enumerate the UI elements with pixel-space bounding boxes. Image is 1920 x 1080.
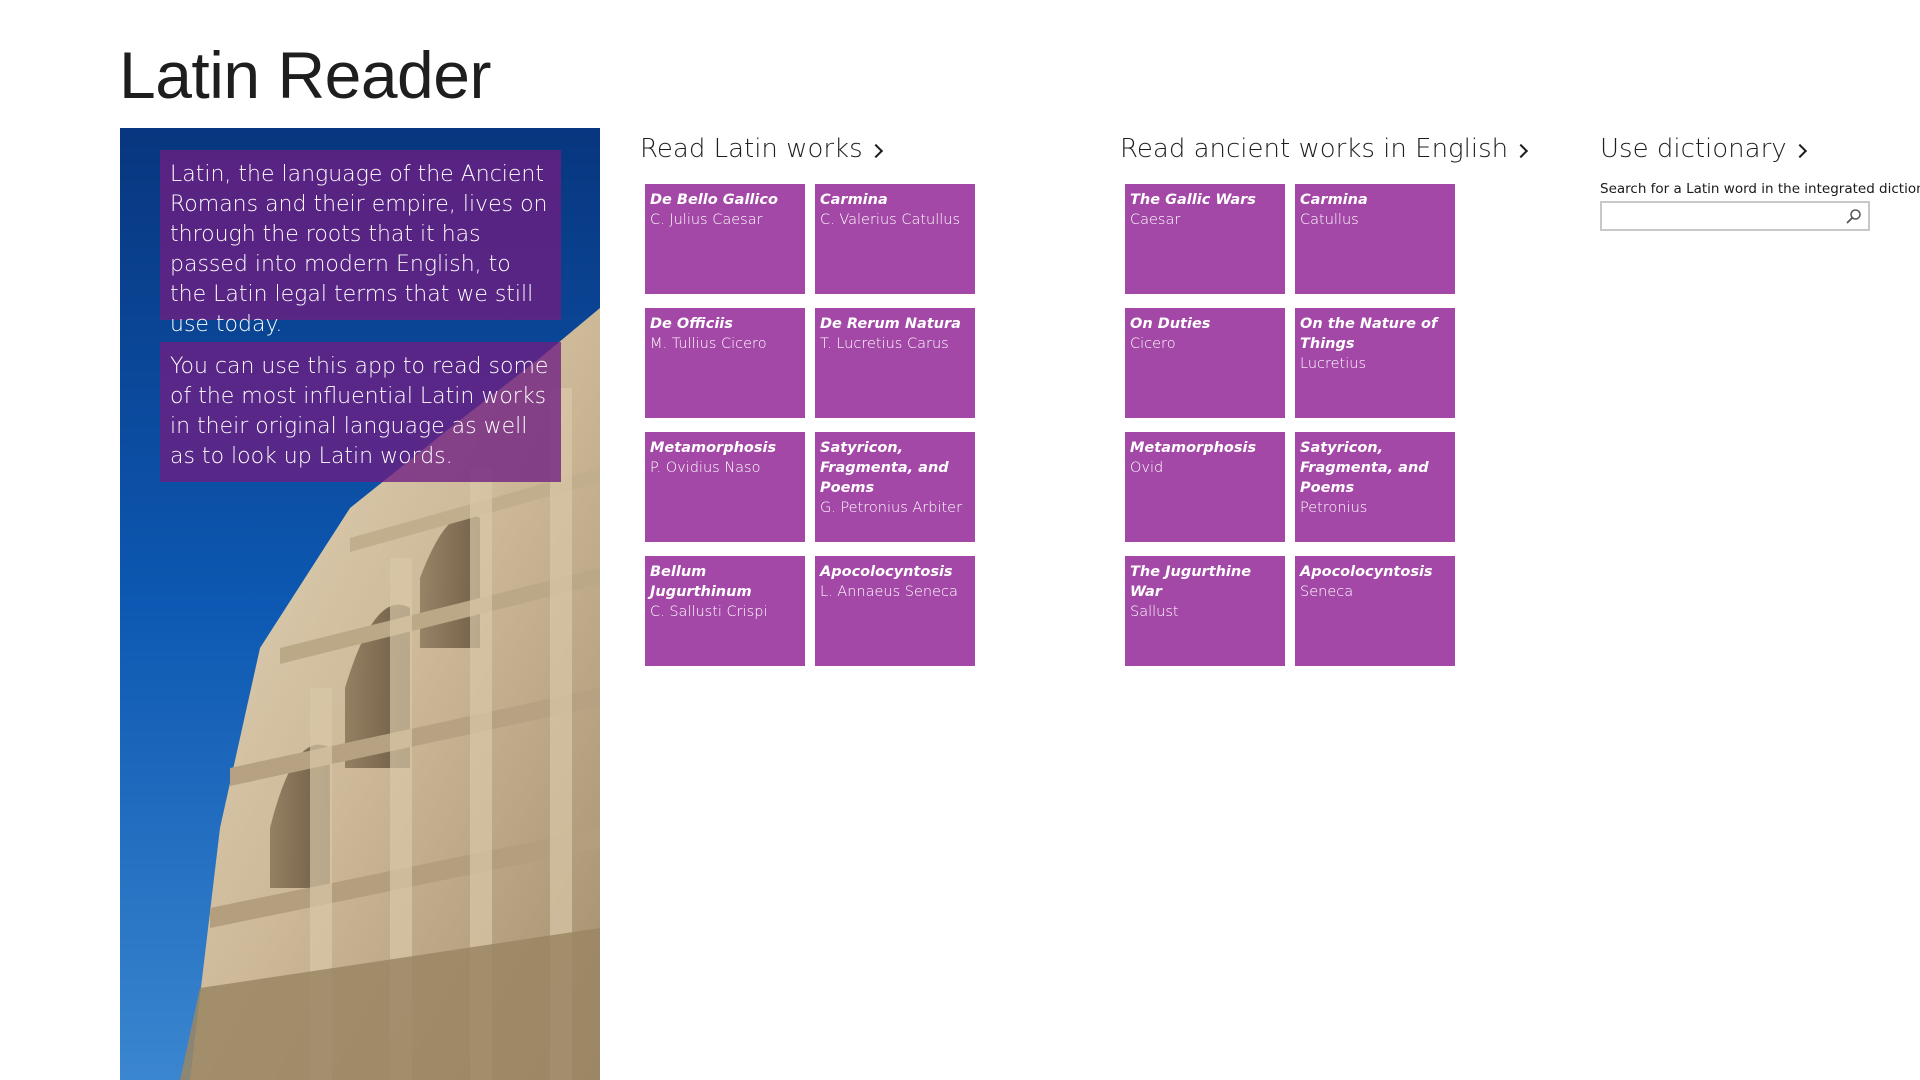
- tile-author: Catullus: [1300, 212, 1359, 228]
- tile-author: Sallust: [1130, 604, 1179, 620]
- tile-on-duties[interactable]: On Duties Cicero: [1125, 308, 1285, 418]
- english-works-header[interactable]: Read ancient works in English: [1120, 131, 1529, 167]
- latin-works-header[interactable]: Read Latin works: [640, 131, 883, 167]
- tile-author: Cicero: [1130, 336, 1176, 352]
- chevron-right-icon: [868, 143, 883, 159]
- tile-title: Bellum Jugurthinum: [650, 564, 752, 600]
- tile-title: Apocolocyntosis: [1300, 564, 1433, 580]
- dictionary-search-label: Search for a Latin word in the integrate…: [1600, 181, 1920, 197]
- latin-works-title: Read Latin works: [640, 134, 863, 164]
- tile-title: The Gallic Wars: [1130, 192, 1256, 208]
- hero-usage-text: You can use this app to read some of the…: [160, 342, 561, 482]
- tile-bellum-jugurthinum[interactable]: Bellum Jugurthinum C. Sallusti Crispi: [645, 556, 805, 666]
- tile-title: De Officiis: [650, 316, 733, 332]
- tile-author: Seneca: [1300, 584, 1354, 600]
- english-works-grid: The Gallic Wars Caesar Carmina Catullus …: [1125, 184, 1455, 666]
- tile-title: The Jugurthine War: [1130, 564, 1252, 600]
- tile-author: Ovid: [1130, 460, 1164, 476]
- tile-metamorphosis-latin[interactable]: Metamorphosis P. Ovidius Naso: [645, 432, 805, 542]
- tile-author: Petronius: [1300, 500, 1368, 516]
- tile-author: Lucretius: [1300, 356, 1367, 372]
- tile-author: P. Ovidius Naso: [650, 460, 761, 476]
- section-dictionary: Use dictionary Search for a Latin word i…: [1600, 131, 1920, 231]
- tile-metamorphosis-english[interactable]: Metamorphosis Ovid: [1125, 432, 1285, 542]
- tile-apocolocyntosis-english[interactable]: Apocolocyntosis Seneca: [1295, 556, 1455, 666]
- dictionary-header[interactable]: Use dictionary: [1600, 131, 1807, 167]
- tile-author: T. Lucretius Carus: [820, 336, 949, 352]
- tile-title: Satyricon, Fragmenta, and Poems: [820, 440, 949, 496]
- tile-author: L. Annaeus Seneca: [820, 584, 958, 600]
- tile-title: De Bello Gallico: [650, 192, 778, 208]
- dictionary-search-input[interactable]: [1602, 203, 1849, 229]
- tile-author: C. Valerius Catullus: [820, 212, 961, 228]
- tile-author: C. Sallusti Crispi: [650, 604, 768, 620]
- tile-title: On the Nature of Things: [1300, 316, 1438, 352]
- tile-carmina-english[interactable]: Carmina Catullus: [1295, 184, 1455, 294]
- tile-title: Apocolocyntosis: [820, 564, 953, 580]
- tile-title: On Duties: [1130, 316, 1211, 332]
- tile-gallic-wars[interactable]: The Gallic Wars Caesar: [1125, 184, 1285, 294]
- hero-intro-text: Latin, the language of the Ancient Roman…: [160, 150, 561, 337]
- tile-title: De Rerum Natura: [820, 316, 961, 332]
- tile-title: Metamorphosis: [1130, 440, 1257, 456]
- tile-title: Metamorphosis: [650, 440, 777, 456]
- tile-de-rerum-natura[interactable]: De Rerum Natura T. Lucretius Carus: [815, 308, 975, 418]
- dictionary-search-box: [1600, 201, 1870, 231]
- english-works-title: Read ancient works in English: [1120, 134, 1509, 164]
- dictionary-title: Use dictionary: [1600, 134, 1787, 164]
- hero-panel: Latin, the language of the Ancient Roman…: [120, 128, 600, 1080]
- app-title: Latin Reader: [119, 38, 491, 112]
- tile-author: G. Petronius Arbiter: [820, 500, 963, 516]
- tile-de-bello-gallico[interactable]: De Bello Gallico C. Julius Caesar: [645, 184, 805, 294]
- tile-author: Caesar: [1130, 212, 1181, 228]
- tile-satyricon-english[interactable]: Satyricon, Fragmenta, and Poems Petroniu…: [1295, 432, 1455, 542]
- chevron-right-icon: [1514, 143, 1529, 159]
- latin-works-grid: De Bello Gallico C. Julius Caesar Carmin…: [645, 184, 975, 666]
- tile-author: M. Tullius Cicero: [650, 336, 767, 352]
- tile-carmina-latin[interactable]: Carmina C. Valerius Catullus: [815, 184, 975, 294]
- tile-nature-of-things[interactable]: On the Nature of Things Lucretius: [1295, 308, 1455, 418]
- section-latin-works: Read Latin works De Bello Gallico C. Jul…: [640, 131, 975, 666]
- search-icon[interactable]: [1846, 208, 1862, 224]
- tile-satyricon-latin[interactable]: Satyricon, Fragmenta, and Poems G. Petro…: [815, 432, 975, 542]
- tile-author: C. Julius Caesar: [650, 212, 763, 228]
- chevron-right-icon: [1792, 143, 1807, 159]
- tile-title: Carmina: [1300, 192, 1368, 208]
- tile-jugurthine-war[interactable]: The Jugurthine War Sallust: [1125, 556, 1285, 666]
- tile-title: Carmina: [820, 192, 888, 208]
- section-english-works: Read ancient works in English The Gallic…: [1120, 131, 1529, 666]
- tile-title: Satyricon, Fragmenta, and Poems: [1300, 440, 1429, 496]
- tile-de-officiis[interactable]: De Officiis M. Tullius Cicero: [645, 308, 805, 418]
- tile-apocolocyntosis-latin[interactable]: Apocolocyntosis L. Annaeus Seneca: [815, 556, 975, 666]
